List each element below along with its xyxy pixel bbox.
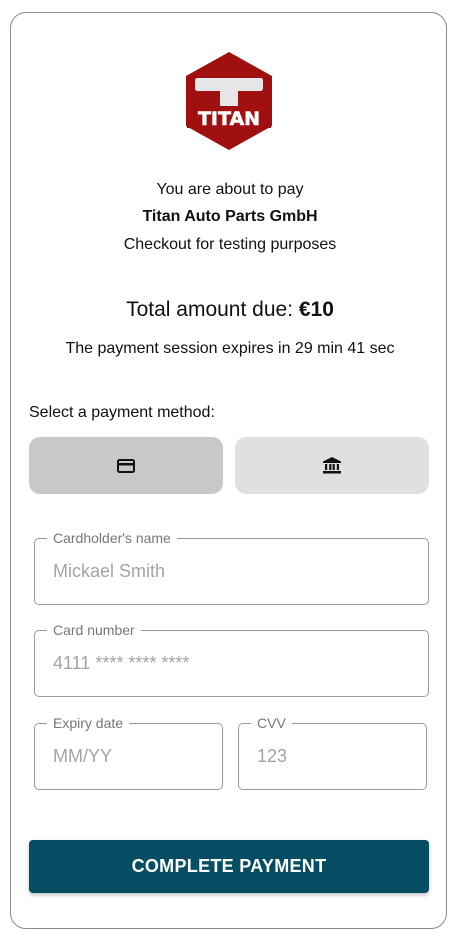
complete-payment-button[interactable]: COMPLETE PAYMENT — [29, 840, 429, 893]
checkout-description: Checkout for testing purposes — [123, 236, 337, 253]
logo-wordmark: TITAN — [198, 108, 260, 130]
bank-method-button[interactable] — [235, 437, 429, 494]
payment-method-label: Select a payment method: — [29, 404, 215, 421]
titan-logo: TITAN — [186, 52, 272, 150]
credit-card-icon — [117, 458, 135, 473]
intro-text: You are about to pay — [156, 181, 304, 198]
cvv-input[interactable] — [257, 724, 414, 789]
cvv-field: CVV — [238, 714, 427, 790]
card-number-field: Card number — [34, 621, 429, 697]
total-value: €10 — [298, 298, 334, 321]
expiry-date-input[interactable] — [53, 724, 210, 789]
merchant-name: Titan Auto Parts GmbH — [142, 208, 318, 225]
cardholder-name-field: Cardholder's name — [34, 529, 429, 605]
card-method-button[interactable] — [29, 437, 223, 494]
expiry-date-field: Expiry date — [34, 714, 223, 790]
total-amount: Total amount due: €10 — [0, 298, 460, 322]
total-label: Total amount due: — [126, 298, 294, 321]
session-expiry: The payment session expires in 29 min 41… — [65, 340, 395, 357]
cardholder-name-input[interactable] — [53, 539, 416, 604]
card-number-input[interactable] — [53, 631, 416, 696]
bank-icon — [323, 457, 341, 474]
